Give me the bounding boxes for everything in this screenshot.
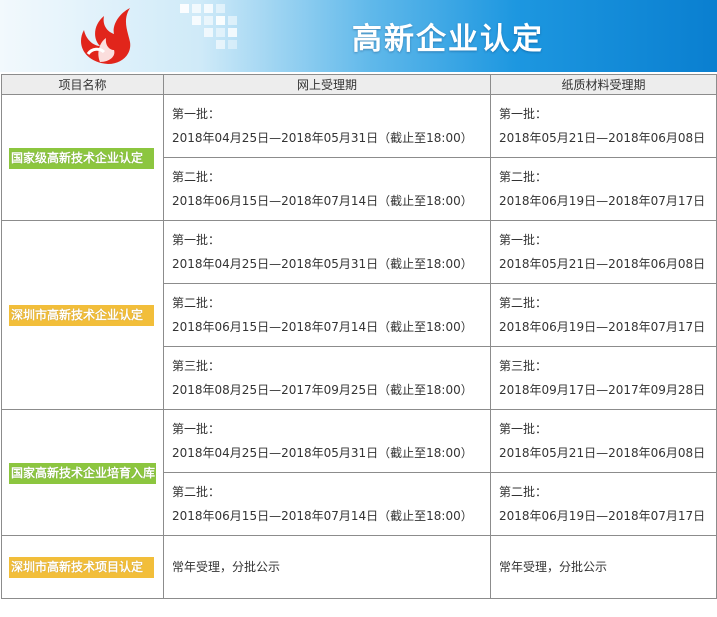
- project-label: 国家高新技术企业培育入库: [9, 462, 156, 484]
- header-project-name: 项目名称: [1, 74, 164, 95]
- paper-period-cell: 第一批： 2018年05月21日—2018年06月08日: [490, 94, 717, 158]
- batch-label: 第一批：: [172, 232, 221, 247]
- schedule-table: 项目名称 网上受理期 纸质材料受理期 国家级高新技术企业认定 第一批： 2018…: [1, 74, 717, 599]
- paper-dates: 2018年05月21日—2018年06月08日: [499, 445, 706, 460]
- batch-label: 第一批：: [499, 421, 548, 436]
- batch-label: 第三批：: [172, 358, 221, 373]
- online-dates: 2018年04月25日—2018年05月31日（截止至18:00）: [172, 256, 473, 271]
- project-cell: 深圳市高新技术项目认定: [1, 535, 164, 599]
- project-cell: 国家高新技术企业培育入库: [1, 409, 164, 536]
- batch-label: 第二批：: [172, 169, 221, 184]
- batch-label: 第二批：: [172, 295, 221, 310]
- project-label: 国家级高新技术企业认定: [9, 147, 154, 169]
- table-header-row: 项目名称 网上受理期 纸质材料受理期: [1, 74, 717, 95]
- torch-logo-icon: [81, 8, 131, 64]
- online-period-cell: 第一批： 2018年04月25日—2018年05月31日（截止至18:00）: [163, 409, 491, 473]
- online-period-cell: 第三批： 2018年08月25日—2017年09月25日（截止至18:00）: [163, 346, 491, 410]
- paper-period-cell: 第二批： 2018年06月19日—2018年07月17日: [490, 157, 717, 221]
- online-dates: 2018年06月15日—2018年07月14日（截止至18:00）: [172, 319, 473, 334]
- online-dates: 2018年08月25日—2017年09月25日（截止至18:00）: [172, 382, 473, 397]
- table-row: 深圳市高新技术企业认定 第一批： 2018年04月25日—2018年05月31日…: [1, 220, 717, 410]
- batch-label: 第二批：: [499, 295, 548, 310]
- online-dates: 2018年06月15日—2018年07月14日（截止至18:00）: [172, 508, 473, 523]
- online-period-cell: 第二批： 2018年06月15日—2018年07月14日（截止至18:00）: [163, 283, 491, 347]
- project-cell: 深圳市高新技术企业认定: [1, 220, 164, 410]
- batch-label: 第一批：: [172, 106, 221, 121]
- decorative-squares-icon: [180, 4, 237, 49]
- batch-label: 第一批：: [499, 232, 548, 247]
- batch-label: 第二批：: [499, 169, 548, 184]
- online-period-cell: 第一批： 2018年04月25日—2018年05月31日（截止至18:00）: [163, 220, 491, 284]
- header-online-period: 网上受理期: [163, 74, 491, 95]
- paper-period-cell: 常年受理，分批公示: [490, 535, 717, 599]
- batch-label: 第一批：: [499, 106, 548, 121]
- header-banner: 高新企业认定: [0, 0, 717, 72]
- table-row: 国家高新技术企业培育入库 第一批： 2018年04月25日—2018年05月31…: [1, 409, 717, 536]
- project-label: 深圳市高新技术项目认定: [9, 557, 154, 578]
- online-dates: 2018年04月25日—2018年05月31日（截止至18:00）: [172, 445, 473, 460]
- batch-label: 第三批：: [499, 358, 548, 373]
- header-paper-period: 纸质材料受理期: [490, 74, 717, 95]
- paper-dates: 2018年06月19日—2018年07月17日: [499, 508, 706, 523]
- online-period-cell: 第二批： 2018年06月15日—2018年07月14日（截止至18:00）: [163, 157, 491, 221]
- table-row: 深圳市高新技术项目认定 常年受理，分批公示 常年受理，分批公示: [1, 535, 717, 599]
- paper-period-cell: 第三批： 2018年09月17日—2017年09月28日: [490, 346, 717, 410]
- batch-label: 第二批：: [172, 484, 221, 499]
- paper-period-cell: 第一批： 2018年05月21日—2018年06月08日: [490, 409, 717, 473]
- batch-label: 第一批：: [172, 421, 221, 436]
- project-label: 深圳市高新技术企业认定: [9, 305, 154, 326]
- table-row: 国家级高新技术企业认定 第一批： 2018年04月25日—2018年05月31日…: [1, 94, 717, 221]
- paper-period-cell: 第二批： 2018年06月19日—2018年07月17日: [490, 283, 717, 347]
- paper-note: 常年受理，分批公示: [499, 559, 608, 574]
- online-period-cell: 第一批： 2018年04月25日—2018年05月31日（截止至18:00）: [163, 94, 491, 158]
- banner-title: 高新企业认定: [352, 22, 544, 57]
- online-period-cell: 第二批： 2018年06月15日—2018年07月14日（截止至18:00）: [163, 472, 491, 536]
- paper-period-cell: 第一批： 2018年05月21日—2018年06月08日: [490, 220, 717, 284]
- paper-dates: 2018年06月19日—2018年07月17日: [499, 193, 706, 208]
- paper-dates: 2018年05月21日—2018年06月08日: [499, 130, 706, 145]
- paper-dates: 2018年05月21日—2018年06月08日: [499, 256, 706, 271]
- project-cell: 国家级高新技术企业认定: [1, 94, 164, 221]
- online-dates: 2018年06月15日—2018年07月14日（截止至18:00）: [172, 193, 473, 208]
- paper-dates: 2018年06月19日—2018年07月17日: [499, 319, 706, 334]
- online-note: 常年受理，分批公示: [172, 559, 281, 574]
- online-period-cell: 常年受理，分批公示: [163, 535, 491, 599]
- online-dates: 2018年04月25日—2018年05月31日（截止至18:00）: [172, 130, 473, 145]
- batch-label: 第二批：: [499, 484, 548, 499]
- paper-dates: 2018年09月17日—2017年09月28日: [499, 382, 706, 397]
- paper-period-cell: 第二批： 2018年06月19日—2018年07月17日: [490, 472, 717, 536]
